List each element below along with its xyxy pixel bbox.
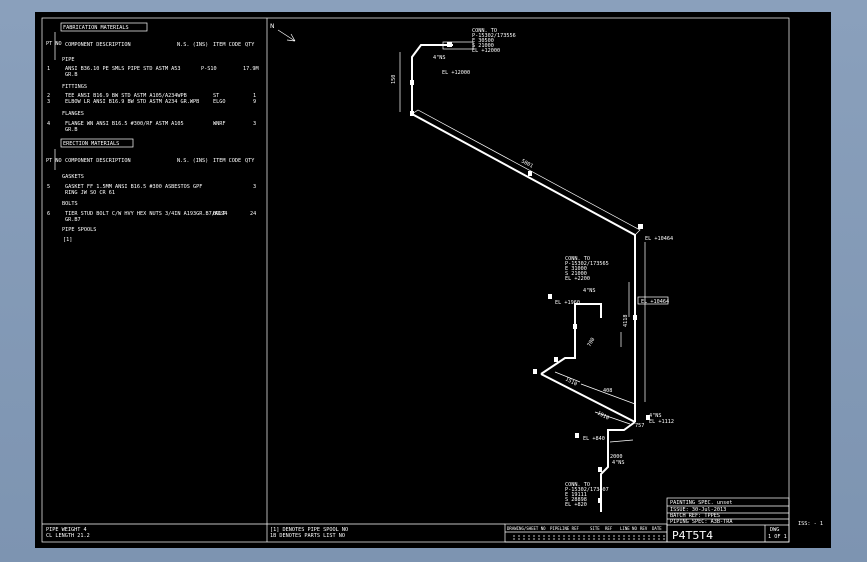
pipe-desc: ANSI B36.10 PE SMLS PIPE STD ASTM A53 bbox=[65, 66, 181, 72]
fitting-desc: ELBOW LR ANSI B16.9 BW STD ASTM A234 GR.… bbox=[65, 99, 199, 105]
pipe-qty: 17.9M bbox=[243, 66, 259, 72]
dim-700: 700 bbox=[587, 337, 597, 348]
cl-length: CL LENGTH 21.2 bbox=[46, 533, 90, 539]
elev-840: EL +840 bbox=[583, 436, 605, 442]
bolt-desc2: GR.B7 bbox=[65, 217, 81, 223]
drawing-number: P4T5T4 bbox=[672, 529, 713, 542]
pipe-code: P-S10 bbox=[201, 66, 217, 72]
elev-box-text: EL +10464 bbox=[641, 299, 669, 305]
conn-mid-line: EL +2200 bbox=[565, 276, 590, 282]
elev-12000: EL +12000 bbox=[442, 70, 470, 76]
fitting-pt: 3 bbox=[47, 99, 50, 105]
title-block: PAINTING SPEC. unset ISSUE: 30-Jul-2013 … bbox=[504, 497, 823, 543]
tb-header: DRAWING/SHEET NO bbox=[507, 526, 546, 531]
bom-panel: FABRICATION MATERIALS PT NO COMPONENT DE… bbox=[42, 22, 267, 539]
flange-code: WNRF bbox=[213, 121, 226, 127]
pt-no-label-2: PT NO bbox=[46, 158, 62, 164]
dim-757: 757 bbox=[635, 423, 644, 429]
pipe-desc2: GR.B bbox=[65, 72, 78, 78]
flange-pt: 4 bbox=[47, 121, 50, 127]
tb-header: LINE NO bbox=[620, 526, 637, 531]
tb-header: SITE bbox=[590, 526, 600, 531]
painting-spec: PAINTING SPEC. unset bbox=[670, 500, 732, 506]
col-item-code-2: ITEM CODE bbox=[213, 158, 241, 164]
elev-1112: EL +1112 bbox=[649, 419, 674, 425]
dim-408: 408 bbox=[603, 388, 612, 394]
section-fittings: FITTINGS bbox=[62, 84, 87, 90]
dwg-label: DWG bbox=[770, 527, 779, 533]
fab-materials-header: FABRICATION MATERIALS bbox=[63, 25, 129, 31]
tb-header: PIPELINE REF bbox=[550, 526, 579, 531]
section-flanges: FLANGES bbox=[62, 111, 84, 117]
col-qty: QTY bbox=[245, 42, 255, 48]
dim-5801: 5801 bbox=[520, 158, 534, 169]
elev-10464: EL +10464 bbox=[645, 236, 673, 242]
col-ns: N.S. (INS) bbox=[177, 42, 208, 48]
section-gaskets: GASKETS bbox=[62, 174, 84, 180]
note-parts-list: 1B DENOTES PARTS LIST NO bbox=[270, 533, 345, 539]
pipe-pt: 1 bbox=[47, 66, 50, 72]
section-pipe: PIPE bbox=[62, 57, 75, 63]
col-qty-2: QTY bbox=[245, 158, 255, 164]
sheet-count: 1 OF 1 bbox=[768, 534, 787, 540]
flange-desc2: GR.B bbox=[65, 127, 78, 133]
dimension-lines bbox=[399, 52, 646, 402]
bolt-qty: 24 bbox=[250, 211, 256, 217]
dim-4ns-mid: 4"NS bbox=[583, 288, 596, 294]
issue-number: ISS: - 1 bbox=[798, 521, 823, 527]
col-component-2: COMPONENT DESCRIPTION bbox=[65, 158, 131, 164]
fitting-code: ELGO bbox=[213, 99, 226, 105]
spool-item: [1] bbox=[63, 237, 72, 243]
flange-desc: FLANGE WN ANSI B16.5 #300/RF ASTM A105 bbox=[65, 121, 184, 127]
dim-4ns: 4"NS bbox=[433, 55, 446, 61]
gasket-pt: 5 bbox=[47, 184, 50, 190]
col-ns-2: N.S. (INS) bbox=[177, 158, 208, 164]
tb-header: DATE bbox=[652, 526, 662, 531]
tb-ticks bbox=[513, 535, 667, 540]
pipe-markers bbox=[410, 42, 650, 503]
pipe-outline bbox=[411, 109, 641, 236]
bolt-pt: 6 bbox=[47, 211, 50, 217]
isometric-drawing: FABRICATION MATERIALS PT NO COMPONENT DE… bbox=[41, 17, 823, 543]
conn-top-line: EL +12000 bbox=[472, 48, 500, 54]
cad-drawing-canvas[interactable]: FABRICATION MATERIALS PT NO COMPONENT DE… bbox=[35, 12, 831, 548]
tb-header: REV bbox=[640, 526, 648, 531]
dim-150: 150 bbox=[391, 75, 397, 84]
north-arrow: N bbox=[270, 23, 296, 42]
tb-header: REF bbox=[605, 526, 613, 531]
conn-bot-line: EL +820 bbox=[565, 502, 587, 508]
bolt-desc: TIER STUD BOLT C/W HVY HEX NUTS 3/4IN A1… bbox=[65, 211, 227, 217]
gasket-desc2: RING JW SO CR 61 bbox=[65, 190, 115, 196]
flange-qty: 3 bbox=[253, 121, 256, 127]
piping-spec: PIPING SPEC: A3B-TRA bbox=[670, 519, 733, 525]
small-note: 4"NS bbox=[612, 460, 625, 466]
pt-no-label: PT NO bbox=[46, 41, 62, 47]
fitting-qty: 9 bbox=[253, 99, 256, 105]
section-bolts: BOLTS bbox=[62, 201, 78, 207]
dim-1910: 1910 bbox=[596, 410, 610, 421]
elev-1960: EL +1960 bbox=[555, 300, 580, 306]
col-item-code: ITEM CODE bbox=[213, 42, 241, 48]
dim-4118: 4118 bbox=[623, 315, 629, 328]
north-label: N bbox=[270, 23, 275, 30]
col-component: COMPONENT DESCRIPTION bbox=[65, 42, 131, 48]
erection-materials-header: ERECTION MATERIALS bbox=[63, 141, 119, 147]
gasket-qty: 3 bbox=[253, 184, 256, 190]
iso-annotations: CONN. TO P-15302/173556 E 30500 S 21000 … bbox=[391, 28, 674, 508]
bolt-code: BOLT bbox=[213, 211, 226, 217]
section-spools: PIPE SPOOLS bbox=[62, 227, 96, 233]
